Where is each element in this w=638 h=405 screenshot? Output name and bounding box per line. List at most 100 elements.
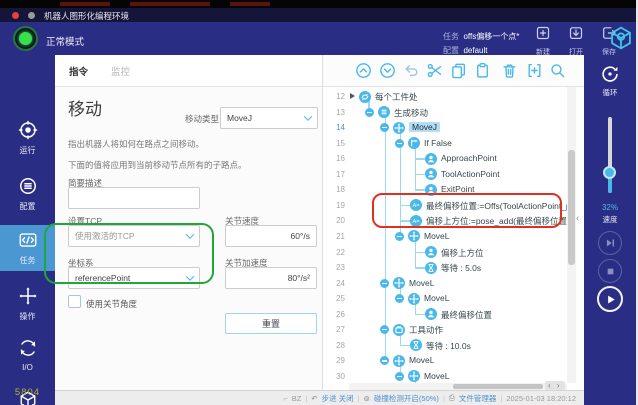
new-button[interactable]: 新建 — [528, 25, 558, 57]
frame-dropdown[interactable]: referencePoint — [68, 267, 200, 289]
tab-command[interactable]: 指令 — [69, 64, 88, 78]
collapse-node-icon[interactable] — [365, 108, 374, 117]
tree-row[interactable]: 29MoveL — [323, 353, 575, 369]
tree-node-label[interactable]: 工具动作 — [409, 324, 443, 336]
close-window-icon[interactable] — [12, 12, 19, 19]
separator: | — [358, 394, 360, 403]
sidebar-item-operate[interactable]: 操作 — [0, 281, 55, 327]
collapse-node-icon[interactable] — [380, 356, 389, 365]
tree-node-label[interactable]: 等待 : 5.0s — [441, 262, 481, 274]
tree-row[interactable]: 13生成移动 — [323, 105, 575, 121]
tree-node-label[interactable]: MoveL — [424, 231, 450, 241]
tree-node-label[interactable]: If False — [424, 138, 452, 148]
copy-icon[interactable] — [450, 62, 467, 79]
collapse-panel-handle[interactable]: ‹ — [576, 213, 579, 224]
step-mode-status[interactable]: 步进 关闭 — [322, 393, 354, 404]
sidebar-item-run[interactable]: 运行 — [0, 115, 55, 161]
collapse-all-icon[interactable] — [355, 62, 372, 79]
collapse-node-icon[interactable] — [395, 232, 404, 241]
operate-icon — [18, 286, 38, 306]
background-window-strip — [0, 0, 638, 8]
tree-node-label[interactable]: MoveL — [424, 371, 450, 381]
collapse-node-icon[interactable] — [395, 139, 404, 148]
tree-row[interactable]: 22偏移上方位 — [323, 245, 575, 261]
speed-slider-thumb[interactable] — [603, 166, 616, 179]
sidebar-item-label: 运行 — [0, 145, 55, 156]
search-icon[interactable] — [549, 62, 566, 79]
background-text-smudge — [130, 2, 210, 6]
file-manager-link[interactable]: 文件管理器 — [459, 393, 497, 404]
horizontal-scrollbar-thumb[interactable] — [453, 384, 543, 389]
collision-status[interactable]: 碰撞检测开启(50%) — [374, 393, 439, 404]
minimize-window-icon[interactable] — [28, 12, 35, 19]
tree-node-label[interactable]: 偏移上方位:=pose_add(最终偏移位置, [0,0,0. — [426, 215, 575, 227]
chevron-down-icon — [304, 112, 312, 120]
use-joint-angles-checkbox[interactable] — [68, 295, 81, 308]
collapse-node-icon[interactable] — [380, 325, 389, 334]
tree-node-label[interactable]: MoveL — [409, 355, 435, 365]
stop-button[interactable] — [598, 259, 622, 283]
move-type-label: 移动类型 — [185, 113, 219, 125]
mode-status-indicator — [13, 26, 38, 51]
tree-row[interactable]: 15If False — [323, 136, 575, 152]
tree-node-label[interactable]: MoveL — [424, 293, 450, 303]
tree-node-label[interactable]: MoveJ — [409, 122, 440, 132]
tree-row[interactable]: 16ApproachPoint — [323, 151, 575, 167]
tree-row[interactable]: 20A=偏移上方位:=pose_add(最终偏移位置, [0,0,0. — [323, 213, 575, 229]
tree-row[interactable]: 19A=最终偏移位置:=Offs(ToolActionPoint_p,0,0,d… — [323, 198, 575, 214]
open-button[interactable]: 打开 — [561, 25, 591, 57]
expand-all-icon[interactable] — [379, 62, 396, 79]
joint-speed-input[interactable]: 60°/s — [225, 225, 317, 247]
tree-node-label[interactable]: 最终偏移位置:=Offs(ToolActionPoint_p,0,0,d2 — [426, 200, 575, 212]
tree-row[interactable]: 23等待 : 5.0s — [323, 260, 575, 276]
tab-monitor[interactable]: 监控 — [111, 64, 130, 78]
tree-node-label[interactable]: ExitPoint — [441, 184, 475, 194]
tree-row[interactable]: 18ExitPoint — [323, 182, 575, 198]
tree-node-label[interactable]: 偏移上方位 — [441, 247, 484, 259]
tree-row[interactable]: 14MoveJ — [323, 120, 575, 136]
collapse-node-icon[interactable] — [395, 294, 404, 303]
reset-button[interactable]: 重置 — [225, 313, 317, 334]
tree-node-label[interactable]: 每个工件处 — [375, 91, 418, 103]
sidebar-item-config[interactable]: 配置 — [0, 171, 55, 217]
tree-row[interactable]: 17ToolActionPoint — [323, 167, 575, 183]
tree-row[interactable]: 25MoveL — [323, 291, 575, 307]
collision-icon: ⊚ — [364, 394, 370, 403]
tree-node-label[interactable]: 等待 : 10.0s — [426, 340, 471, 352]
horizontal-scroll-buttons[interactable]: ‹ › — [545, 381, 565, 390]
cut-icon[interactable] — [426, 62, 443, 79]
use-joint-angles-label: 使用关节角度 — [86, 298, 137, 310]
brief-description-input[interactable] — [68, 187, 200, 209]
delete-icon[interactable] — [501, 62, 518, 79]
play-button[interactable] — [597, 286, 623, 312]
waypoint-icon — [425, 153, 437, 165]
tree-row[interactable]: 21MoveL — [323, 229, 575, 245]
collapse-node-icon[interactable] — [395, 372, 404, 381]
collapse-node-icon[interactable] — [380, 123, 389, 132]
sidebar-item-io[interactable]: I/O — [0, 333, 55, 379]
tree-row[interactable]: 24MoveL — [323, 276, 575, 292]
joint-acc-input[interactable]: 80°/s² — [225, 267, 317, 289]
expander-arrow-icon[interactable] — [350, 93, 355, 99]
undo-icon[interactable] — [403, 62, 420, 79]
tree-row[interactable]: 26最终偏移位置 — [323, 307, 575, 323]
move-icon — [393, 122, 405, 134]
tcp-dropdown[interactable]: 使用激活的TCP — [68, 225, 200, 247]
tree-node-label[interactable]: ApproachPoint — [441, 153, 497, 163]
tree-node-label[interactable]: ToolActionPoint — [441, 169, 500, 179]
insert-icon[interactable] — [526, 62, 543, 79]
tree-row[interactable]: 28等待 : 10.0s — [323, 338, 575, 354]
tree-row[interactable]: 30MoveL — [323, 369, 575, 383]
tree-node-label[interactable]: MoveL — [409, 278, 435, 288]
collapse-node-icon[interactable] — [380, 279, 389, 288]
paste-icon[interactable] — [474, 62, 491, 79]
tree-node-label[interactable]: 最终偏移位置 — [441, 309, 492, 321]
sidebar-item-task[interactable]: 任务 — [0, 225, 55, 271]
step-button[interactable] — [598, 231, 622, 255]
tree-row[interactable]: 27工具动作 — [323, 322, 575, 338]
move-type-dropdown[interactable]: MoveJ — [220, 107, 318, 129]
tree-node-label[interactable]: 生成移动 — [394, 107, 428, 119]
tree-row[interactable]: 12每个工件处 — [323, 89, 575, 105]
vertical-scrollbar-thumb[interactable] — [568, 150, 575, 265]
loop-mode-icon[interactable] — [599, 63, 621, 85]
